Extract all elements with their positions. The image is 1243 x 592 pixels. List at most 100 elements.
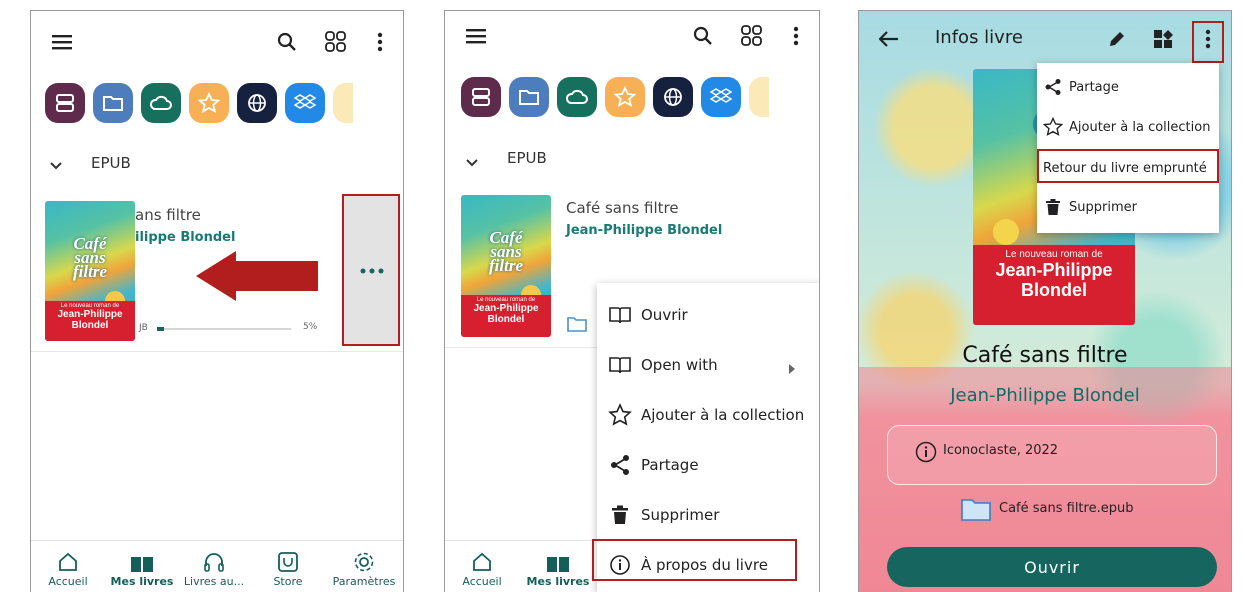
- highlight-box: [1192, 21, 1224, 63]
- source-dropbox-icon[interactable]: [701, 77, 741, 117]
- file-name: Café sans filtre.epub: [999, 501, 1134, 516]
- open-button[interactable]: Ouvrir: [887, 547, 1217, 587]
- source-favorites-icon[interactable]: [189, 83, 229, 123]
- book-open-icon: [525, 549, 591, 573]
- home-icon: [457, 549, 507, 573]
- source-web-icon[interactable]: [653, 77, 693, 117]
- source-web-icon[interactable]: [237, 83, 277, 123]
- info-icon: [915, 441, 937, 467]
- nav-settings[interactable]: Paramètres: [327, 549, 401, 588]
- arrow-left-annotation-icon: [196, 251, 318, 301]
- share-icon: [1041, 78, 1065, 96]
- nav-my-books[interactable]: Mes livres: [109, 549, 175, 588]
- highlight-box: [592, 539, 797, 581]
- book-format: JB: [139, 323, 148, 333]
- menu-item-label: Partage: [1069, 79, 1119, 95]
- publisher-info: Iconoclaste, 2022: [943, 443, 1059, 458]
- source-cloud-icon[interactable]: [141, 83, 181, 123]
- page-title: Infos livre: [935, 27, 1023, 48]
- headphones-icon: [179, 549, 249, 573]
- book-open-outline-icon: [605, 305, 635, 325]
- chevron-down-icon[interactable]: [49, 156, 63, 175]
- folder-icon: [961, 497, 991, 525]
- cover-band-name: Blondel: [1021, 280, 1087, 300]
- nav-home-label: Accueil: [462, 575, 502, 588]
- divider: [31, 351, 403, 352]
- folder-icon: [567, 316, 587, 336]
- menu-item-label: Partage: [641, 456, 699, 474]
- star-outline-icon: [1041, 117, 1065, 137]
- cover-title-line: filtre: [489, 256, 523, 275]
- section-label: EPUB: [91, 154, 131, 172]
- menu-item-share[interactable]: Partage: [1037, 69, 1219, 105]
- back-arrow-icon[interactable]: [878, 31, 899, 51]
- book-title[interactable]: ans filtre: [135, 206, 201, 224]
- cover-band-small: Le nouveau roman de: [1005, 249, 1103, 260]
- bottom-nav: Accueil Mes livres Livres au... Store Pa…: [31, 540, 403, 592]
- menu-item-delete[interactable]: Supprimer: [597, 495, 819, 535]
- chevron-down-icon[interactable]: [465, 153, 479, 172]
- home-icon: [43, 549, 93, 573]
- source-cloud-icon[interactable]: [557, 77, 597, 117]
- more-vert-icon[interactable]: [783, 23, 809, 49]
- menu-item-open-with[interactable]: Open with: [597, 345, 819, 385]
- cover-title-line: filtre: [73, 262, 107, 281]
- nav-store[interactable]: Store: [263, 549, 313, 588]
- star-outline-icon: [605, 403, 635, 427]
- search-icon[interactable]: [690, 23, 716, 49]
- source-folder-icon[interactable]: [509, 77, 549, 117]
- nav-audiobooks-label: Livres au...: [183, 575, 245, 588]
- more-vert-icon[interactable]: [367, 29, 393, 55]
- nav-home-label: Accueil: [48, 575, 88, 588]
- search-icon[interactable]: [274, 29, 300, 55]
- source-more-icon[interactable]: [749, 77, 769, 117]
- menu-item-label: Supprimer: [1069, 199, 1137, 215]
- store-icon: [263, 549, 313, 573]
- reading-progress-fill: [157, 327, 164, 331]
- source-dropbox-icon[interactable]: [285, 83, 325, 123]
- book-author: Jean-Philippe Blondel: [566, 223, 723, 238]
- book-cover[interactable]: Café sans filtre Le nouveau roman de Jea…: [461, 195, 551, 337]
- nav-home[interactable]: Accueil: [457, 549, 507, 588]
- cover-band-name: Jean-Philippe: [995, 260, 1113, 280]
- nav-home[interactable]: Accueil: [43, 549, 93, 588]
- source-favorites-icon[interactable]: [605, 77, 645, 117]
- screen-library: EPUB Café sans filtre Le nouveau roman d…: [30, 10, 404, 592]
- menu-item-label: Ouvrir: [641, 306, 688, 324]
- source-folder-icon[interactable]: [93, 83, 133, 123]
- hamburger-menu-icon[interactable]: [49, 29, 75, 55]
- grid-view-icon[interactable]: [323, 29, 349, 55]
- tag-collection-icon[interactable]: [1153, 29, 1175, 53]
- hamburger-menu-icon[interactable]: [463, 23, 489, 49]
- section-label: EPUB: [507, 149, 547, 167]
- menu-item-label: Ajouter à la collection: [1069, 119, 1211, 135]
- book-title[interactable]: Café sans filtre: [566, 199, 679, 217]
- cover-band-name: Jean-Philippe: [473, 303, 539, 314]
- menu-item-delete[interactable]: Supprimer: [1037, 189, 1219, 225]
- share-icon: [605, 454, 635, 476]
- menu-item-share[interactable]: Partage: [597, 445, 819, 485]
- menu-item-add-collection[interactable]: Ajouter à la collection: [597, 395, 819, 435]
- nav-my-books[interactable]: Mes livres: [525, 549, 591, 588]
- edit-pencil-icon[interactable]: [1107, 29, 1127, 53]
- source-storage-icon[interactable]: [461, 77, 501, 117]
- source-more-icon[interactable]: [333, 83, 353, 123]
- nav-audiobooks[interactable]: Livres au...: [179, 549, 249, 588]
- menu-item-label: Supprimer: [641, 506, 720, 524]
- source-storage-icon[interactable]: [45, 83, 85, 123]
- menu-item-label: Ajouter à la collection: [641, 406, 805, 424]
- nav-settings-label: Paramètres: [332, 575, 396, 588]
- reading-progress-bar: [157, 327, 291, 331]
- book-title: Café sans filtre: [962, 343, 1128, 368]
- book-open-outline-icon: [605, 355, 635, 375]
- submenu-arrow-icon: [789, 360, 795, 378]
- menu-item-add-collection[interactable]: Ajouter à la collection: [1037, 109, 1219, 145]
- cover-band-name: Blondel: [487, 314, 525, 325]
- cover-band-name: Jean-Philippe: [57, 309, 123, 320]
- cover-band-name: Blondel: [71, 320, 109, 331]
- book-cover[interactable]: Café sans filtre Le nouveau roman de Jea…: [45, 201, 135, 341]
- book-open-icon: [109, 549, 175, 573]
- menu-item-open[interactable]: Ouvrir: [597, 295, 819, 335]
- gear-icon: [327, 549, 401, 573]
- grid-view-icon[interactable]: [739, 23, 765, 49]
